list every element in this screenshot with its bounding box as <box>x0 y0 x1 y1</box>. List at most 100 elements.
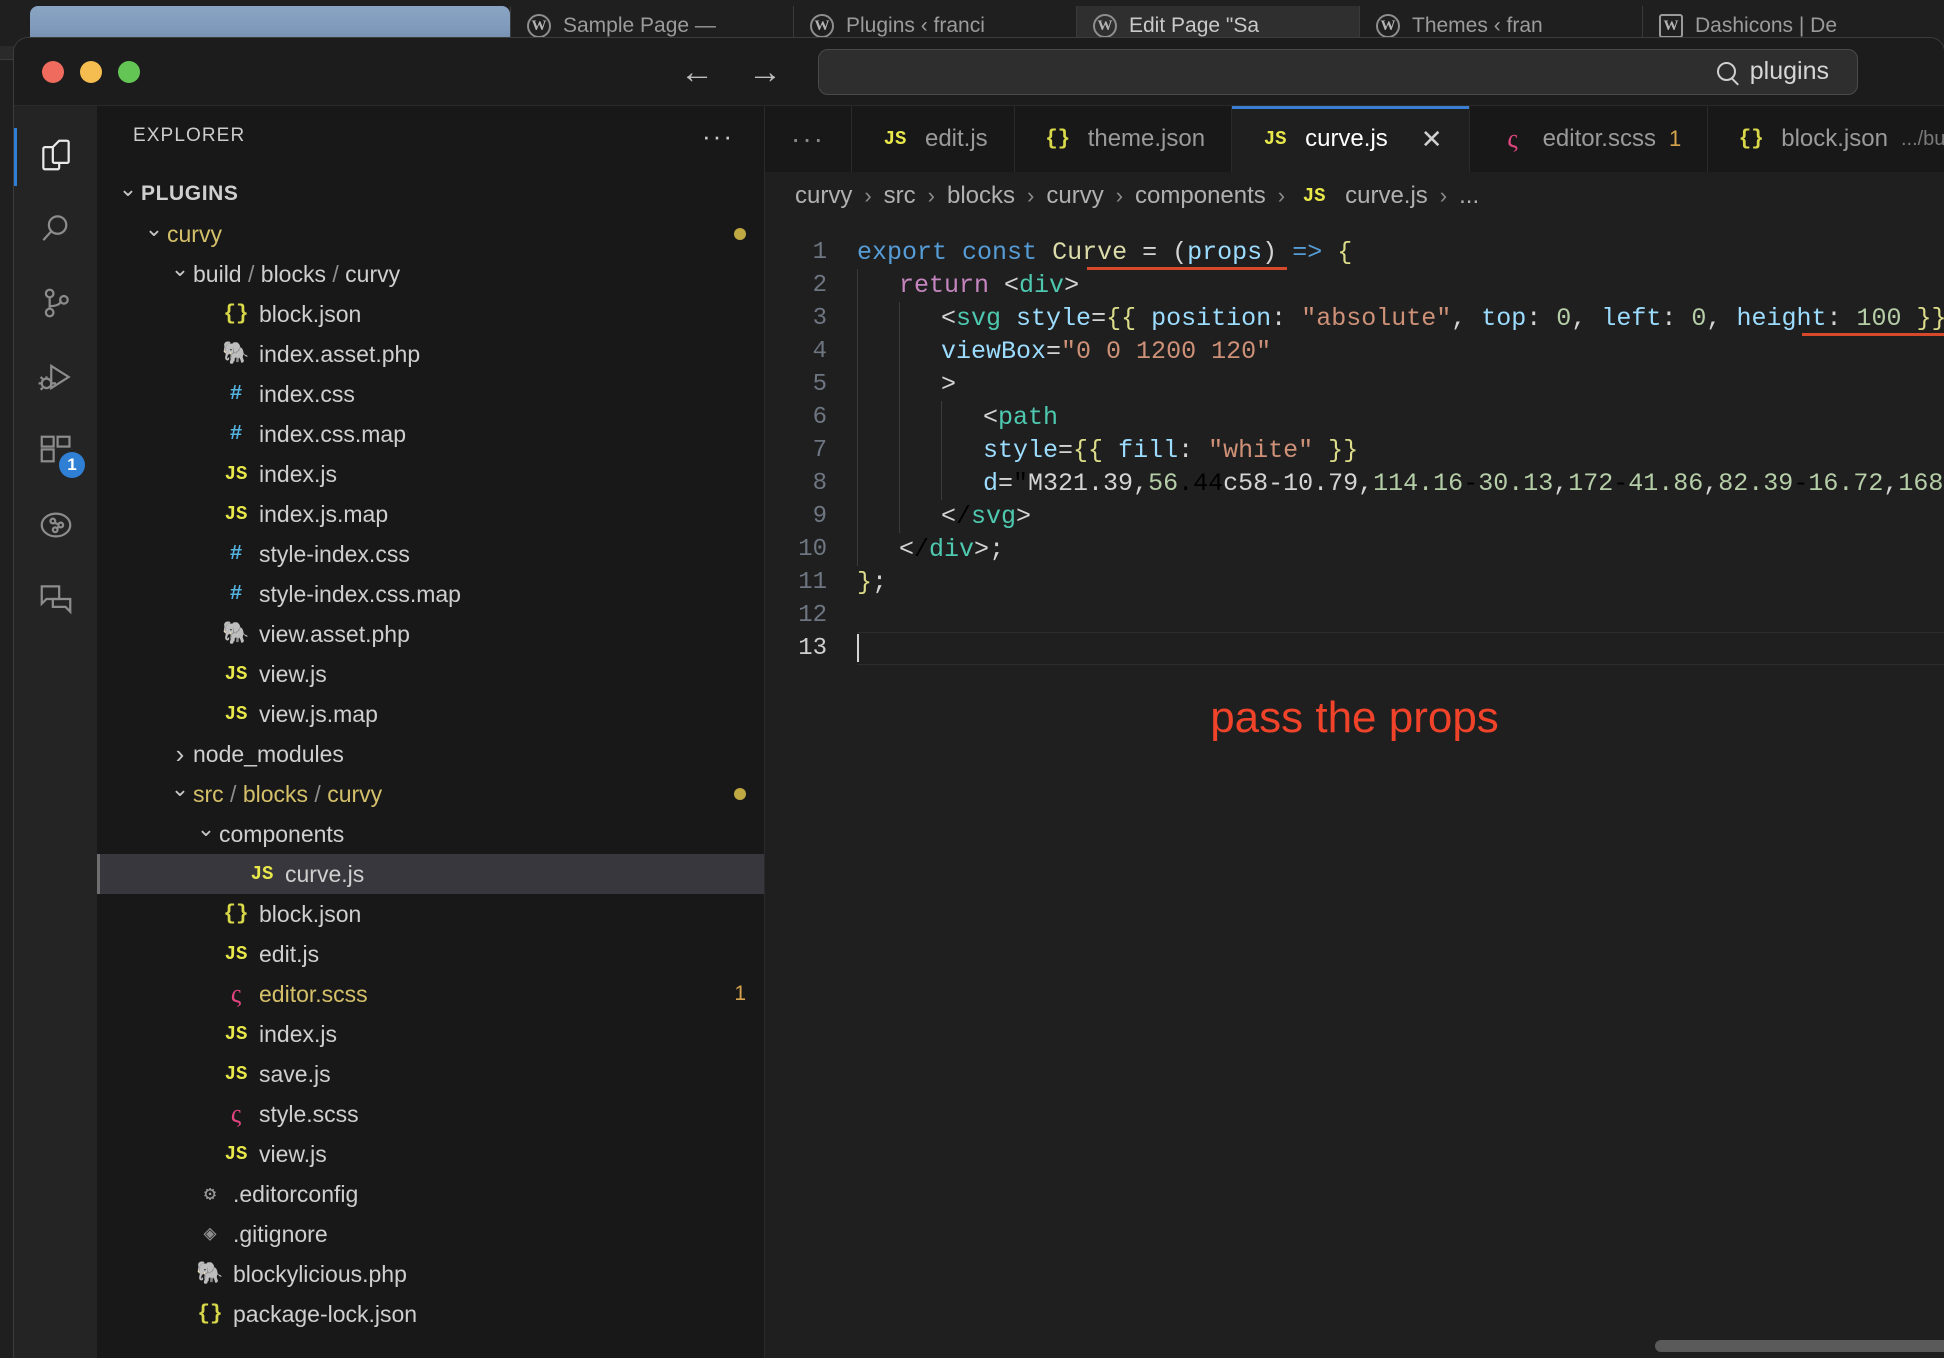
tree-root[interactable]: PLUGINS <box>97 174 764 214</box>
minimize-window-button[interactable] <box>80 60 102 83</box>
tree-item-label: view.asset.php <box>259 620 410 647</box>
chevron-down-icon[interactable] <box>167 781 193 807</box>
tree-file-item[interactable]: JS index.js.map <box>97 494 764 534</box>
activity-bar-item-run-and-debug[interactable] <box>14 342 97 416</box>
code-line: 4 viewBox="0 0 1200 120" <box>765 335 1944 368</box>
tree-folder-item[interactable]: components <box>97 814 764 854</box>
chevron-down-icon[interactable] <box>115 181 141 207</box>
close-tab-icon[interactable]: ✕ <box>1421 124 1443 155</box>
tree-file-item[interactable]: ς editor.scss 1 <box>97 974 764 1014</box>
activity-bar-item-comments[interactable] <box>14 564 97 638</box>
json-file-icon: {} <box>223 302 249 326</box>
tree-file-item[interactable]: {} block.json <box>97 294 764 334</box>
activity-bar-item-extensions[interactable]: 1 <box>14 416 97 490</box>
address-bar-value: plugins <box>1749 57 1829 85</box>
browser-tab-title: Plugins ‹ franci <box>846 14 985 37</box>
back-arrow-icon[interactable]: ← <box>680 55 714 89</box>
tree-folder-item[interactable]: node_modules <box>97 734 764 774</box>
tree-file-item[interactable]: JS view.js.map <box>97 694 764 734</box>
current-line-highlight <box>857 632 1944 665</box>
run-debug-icon <box>37 358 75 401</box>
editor-tab-edit-js[interactable]: JS edit.js <box>852 106 1015 172</box>
chevron-down-icon[interactable] <box>141 221 167 247</box>
chevron-down-icon[interactable] <box>193 821 219 847</box>
tree-file-item[interactable]: JS save.js <box>97 1054 764 1094</box>
activity-bar-item-remote-explorer[interactable] <box>14 490 97 564</box>
breadcrumb-item[interactable]: components <box>1135 182 1266 210</box>
forward-arrow-icon[interactable]: → <box>748 55 782 89</box>
line-number: 8 <box>812 470 827 497</box>
tree-file-item[interactable]: {} block.json <box>97 894 764 934</box>
activity-bar: 1 <box>14 106 97 1358</box>
comment-icon <box>37 580 75 623</box>
tree-item-label: index.css.map <box>259 420 407 447</box>
tree-file-item[interactable]: ς style.scss <box>97 1094 764 1134</box>
tree-file-item[interactable]: # index.css.map <box>97 414 764 454</box>
code-line-text: </div>; <box>857 533 1004 566</box>
tree-file-item[interactable]: # index.css <box>97 374 764 414</box>
tree-item-label: style-index.css <box>259 540 410 567</box>
tree-folder-item[interactable]: build / blocks / curvy <box>97 254 764 294</box>
breadcrumb-item[interactable]: curvy <box>795 182 852 210</box>
tree-file-item[interactable]: ⚙ .editorconfig <box>97 1174 764 1214</box>
tree-folder-item[interactable]: curvy <box>97 214 764 254</box>
js-file-icon: JS <box>224 463 248 485</box>
chevron-down-icon[interactable] <box>167 261 193 287</box>
tree-item-label: curvy <box>167 220 222 247</box>
code-line: 8 d="M321.39,56.44c58-10.79,114.16-30.13,… <box>765 467 1944 500</box>
tree-file-item[interactable]: # style-index.css <box>97 534 764 574</box>
json-file-icon: {} <box>223 902 249 926</box>
close-window-button[interactable] <box>42 60 64 83</box>
breadcrumb-item[interactable]: curvy <box>1046 182 1103 210</box>
address-search-bar[interactable]: plugins <box>818 48 1858 95</box>
error-squiggle <box>1087 267 1287 270</box>
tree-item-label: src / blocks / curvy <box>193 780 383 807</box>
tree-file-item[interactable]: JS view.js <box>97 654 764 694</box>
tree-item-label: view.js.map <box>259 700 378 727</box>
activity-bar-item-source-control[interactable] <box>14 268 97 342</box>
horizontal-scrollbar[interactable] <box>1655 1340 1944 1352</box>
activity-bar-item-search[interactable] <box>14 194 97 268</box>
tree-file-item[interactable]: 🐘 view.asset.php <box>97 614 764 654</box>
editor-tab-editor-scss[interactable]: ς editor.scss 1 <box>1470 106 1709 172</box>
line-number: 1 <box>812 239 827 266</box>
tree-file-item[interactable]: JS index.js <box>97 1014 764 1054</box>
maximize-window-button[interactable] <box>118 60 140 83</box>
editor-tab-theme-json[interactable]: {} theme.json <box>1015 106 1233 172</box>
breadcrumb-separator-icon: › <box>1027 183 1035 208</box>
code-editor[interactable]: 1 export const Curve = (props) => {2 retur… <box>765 220 1944 1358</box>
breadcrumb-item[interactable]: curve.js <box>1345 182 1428 210</box>
line-number: 7 <box>812 437 827 464</box>
chevron-right-icon[interactable] <box>167 739 193 770</box>
activity-bar-item-explorer[interactable] <box>14 120 97 194</box>
code-line: 11}; <box>765 566 1944 599</box>
editor-tab-curve-js[interactable]: JS curve.js ✕ <box>1232 106 1470 172</box>
line-number: 5 <box>812 371 827 398</box>
editor-tabs-overflow-icon[interactable]: ··· <box>765 106 852 172</box>
tree-file-item[interactable]: {} package-lock.json <box>97 1294 764 1334</box>
tree-file-item[interactable]: JS curve.js <box>97 854 764 894</box>
tree-file-item[interactable]: JS edit.js <box>97 934 764 974</box>
tree-file-item[interactable]: JS view.js <box>97 1134 764 1174</box>
tree-item-label: index.js <box>259 1020 337 1047</box>
tree-file-item[interactable]: # style-index.css.map <box>97 574 764 614</box>
code-line-text: </svg> <box>857 500 1031 533</box>
breadcrumb-item[interactable]: blocks <box>947 182 1015 210</box>
explorer-more-actions-icon[interactable]: ··· <box>702 123 734 149</box>
breadcrumb-item[interactable]: ... <box>1459 182 1479 210</box>
tree-file-item[interactable]: JS index.js <box>97 454 764 494</box>
breadcrumb-separator-icon: › <box>927 183 935 208</box>
editor-tab-label: edit.js <box>924 125 988 152</box>
editor-tab-block-json[interactable]: {} block.json .../build <box>1708 106 1944 172</box>
code-line-text: <path <box>857 401 1058 434</box>
php-file-icon: 🐘 <box>196 1262 224 1287</box>
tree-file-item[interactable]: 🐘 blockylicious.php <box>97 1254 764 1294</box>
tree-folder-item[interactable]: src / blocks / curvy <box>97 774 764 814</box>
code-line: 1 export const Curve = (props) => { <box>765 236 1944 270</box>
tree-file-item[interactable]: 🐘 index.asset.php <box>97 334 764 374</box>
breadcrumb-item[interactable]: src <box>884 182 916 210</box>
tree-file-item[interactable]: ◈ .gitignore <box>97 1214 764 1254</box>
tree-item-label: view.js <box>259 660 327 687</box>
js-file-icon: JS <box>1263 128 1287 150</box>
folder-modified-dot <box>734 788 746 800</box>
